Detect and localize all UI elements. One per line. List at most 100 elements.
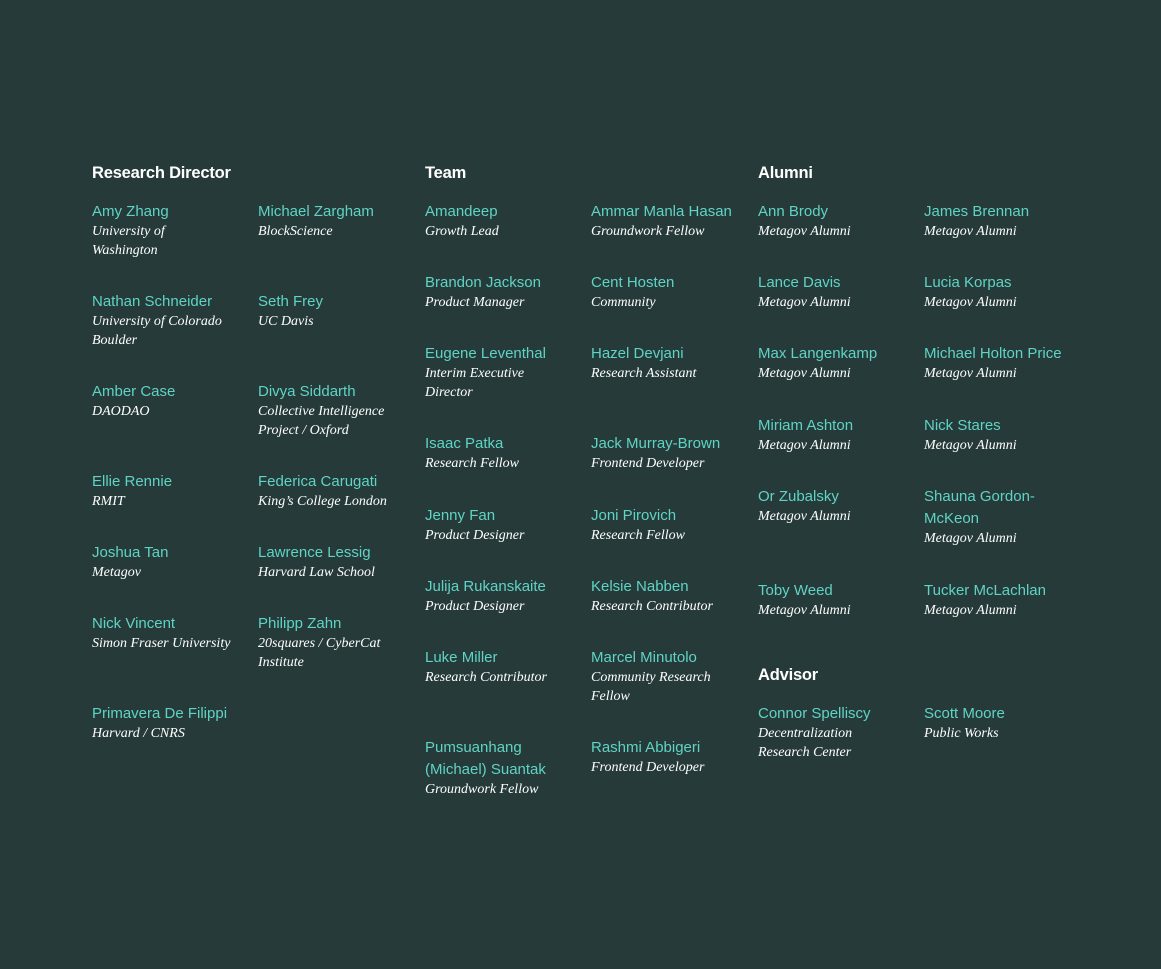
person-card: Rashmi Abbigeri Frontend Developer	[591, 737, 749, 777]
person-name-link[interactable]: Nick Stares	[924, 415, 1082, 437]
person-role: 20squares / CyberCat Institute	[258, 636, 381, 670]
person-role: Public Works	[924, 726, 999, 741]
person-name-link[interactable]: Amy Zhang	[92, 201, 250, 223]
person-role: Research Fellow	[591, 528, 685, 543]
person-name-link[interactable]: Shauna Gordon-McKeon	[924, 486, 1054, 530]
team-heading: Team	[425, 164, 467, 182]
person-role: Harvard / CNRS	[92, 726, 185, 741]
person-name-link[interactable]: Pumsuanhang (Michael) Suantak	[425, 737, 565, 781]
person-name-link[interactable]: Lucia Korpas	[924, 272, 1082, 294]
person-role: Frontend Developer	[591, 760, 705, 775]
person-card: Connor Spelliscy Decentralization Resear…	[758, 703, 916, 762]
person-card: Joshua Tan Metagov	[92, 542, 250, 582]
person-card: Primavera De Filippi Harvard / CNRS	[92, 703, 250, 743]
person-role: Metagov Alumni	[758, 366, 851, 381]
person-role: Metagov	[92, 565, 141, 580]
person-name-link[interactable]: Kelsie Nabben	[591, 576, 749, 598]
person-card: Kelsie Nabben Research Contributor	[591, 576, 749, 616]
person-name-link[interactable]: Amandeep	[425, 201, 583, 223]
person-card: Isaac Patka Research Fellow	[425, 433, 583, 473]
person-role: Groundwork Fellow	[591, 224, 705, 239]
person-role: Research Fellow	[425, 456, 519, 471]
person-role: Metagov Alumni	[924, 366, 1017, 381]
person-card: Toby Weed Metagov Alumni	[758, 580, 916, 620]
person-name-link[interactable]: Amber Case	[92, 381, 250, 403]
person-card: Lawrence Lessig Harvard Law School	[258, 542, 416, 582]
people-page: Research Director Amy Zhang University o…	[0, 0, 1161, 969]
person-role: Product Designer	[425, 599, 525, 614]
person-role: Product Manager	[425, 295, 525, 310]
person-name-link[interactable]: Isaac Patka	[425, 433, 583, 455]
person-name-link[interactable]: Lawrence Lessig	[258, 542, 416, 564]
person-role: University of Colorado Boulder	[92, 314, 222, 348]
person-card: Divya Siddarth Collective Intelligence P…	[258, 381, 416, 440]
person-card: Lucia Korpas Metagov Alumni	[924, 272, 1082, 312]
person-role: Groundwork Fellow	[425, 782, 539, 797]
person-card: Ann Brody Metagov Alumni	[758, 201, 916, 241]
person-name-link[interactable]: Seth Frey	[258, 291, 416, 313]
person-role: DAODAO	[92, 404, 150, 419]
person-role: Collective Intelligence Project / Oxford	[258, 404, 385, 438]
person-role: Metagov Alumni	[924, 295, 1017, 310]
person-name-link[interactable]: Or Zubalsky	[758, 486, 916, 508]
person-name-link[interactable]: Joni Pirovich	[591, 505, 749, 527]
person-role: Metagov Alumni	[758, 509, 851, 524]
person-name-link[interactable]: Luke Miller	[425, 647, 583, 669]
person-name-link[interactable]: James Brennan	[924, 201, 1082, 223]
person-card: Joni Pirovich Research Fellow	[591, 505, 749, 545]
person-card: Luke Miller Research Contributor	[425, 647, 583, 687]
person-name-link[interactable]: Divya Siddarth	[258, 381, 416, 403]
person-name-link[interactable]: Connor Spelliscy	[758, 703, 916, 725]
person-name-link[interactable]: Joshua Tan	[92, 542, 250, 564]
person-name-link[interactable]: Nick Vincent	[92, 613, 250, 635]
person-role: Interim Executive Director	[425, 366, 525, 400]
person-role: Metagov Alumni	[924, 531, 1017, 546]
person-name-link[interactable]: Jack Murray-Brown	[591, 433, 749, 455]
person-name-link[interactable]: Nathan Schneider	[92, 291, 250, 313]
person-card: Lance Davis Metagov Alumni	[758, 272, 916, 312]
person-card: James Brennan Metagov Alumni	[924, 201, 1082, 241]
person-role: Metagov Alumni	[924, 438, 1017, 453]
person-role: University of Washington	[92, 224, 165, 258]
person-name-link[interactable]: Hazel Devjani	[591, 343, 749, 365]
person-role: Research Contributor	[425, 670, 547, 685]
person-card: Nick Vincent Simon Fraser University	[92, 613, 250, 653]
person-name-link[interactable]: Tucker McLachlan	[924, 580, 1082, 602]
person-card: Federica Carugati King’s College London	[258, 471, 416, 511]
person-name-link[interactable]: Toby Weed	[758, 580, 916, 602]
person-name-link[interactable]: Max Langenkamp	[758, 343, 916, 365]
person-role: Metagov Alumni	[758, 224, 851, 239]
person-card: Marcel Minutolo Community Research Fello…	[591, 647, 749, 706]
person-card: Jenny Fan Product Designer	[425, 505, 583, 545]
person-name-link[interactable]: Miriam Ashton	[758, 415, 916, 437]
alumni-heading: Alumni	[758, 164, 813, 182]
person-name-link[interactable]: Marcel Minutolo	[591, 647, 749, 669]
person-role: Product Designer	[425, 528, 525, 543]
person-role: Metagov Alumni	[758, 438, 851, 453]
person-name-link[interactable]: Ammar Manla Hasan	[591, 201, 749, 223]
person-card: Amy Zhang University of Washington	[92, 201, 250, 260]
person-name-link[interactable]: Michael Holton Price	[924, 343, 1082, 365]
person-name-link[interactable]: Julija Rukanskaite	[425, 576, 583, 598]
person-role: Frontend Developer	[591, 456, 705, 471]
person-role: Decentralization Research Center	[758, 726, 853, 760]
person-name-link[interactable]: Brandon Jackson	[425, 272, 583, 294]
person-card: Brandon Jackson Product Manager	[425, 272, 583, 312]
person-name-link[interactable]: Lance Davis	[758, 272, 916, 294]
person-name-link[interactable]: Ann Brody	[758, 201, 916, 223]
person-name-link[interactable]: Cent Hosten	[591, 272, 749, 294]
person-role: Harvard Law School	[258, 565, 375, 580]
person-card: Pumsuanhang (Michael) Suantak Groundwork…	[425, 737, 583, 799]
person-name-link[interactable]: Ellie Rennie	[92, 471, 250, 493]
person-name-link[interactable]: Rashmi Abbigeri	[591, 737, 749, 759]
person-name-link[interactable]: Scott Moore	[924, 703, 1082, 725]
person-role: Metagov Alumni	[924, 224, 1017, 239]
person-role: Metagov Alumni	[758, 295, 851, 310]
person-name-link[interactable]: Primavera De Filippi	[92, 703, 250, 725]
person-name-link[interactable]: Michael Zargham	[258, 201, 416, 223]
person-name-link[interactable]: Federica Carugati	[258, 471, 416, 493]
person-card: Jack Murray-Brown Frontend Developer	[591, 433, 749, 473]
person-name-link[interactable]: Jenny Fan	[425, 505, 583, 527]
person-name-link[interactable]: Eugene Leventhal	[425, 343, 583, 365]
person-name-link[interactable]: Philipp Zahn	[258, 613, 416, 635]
